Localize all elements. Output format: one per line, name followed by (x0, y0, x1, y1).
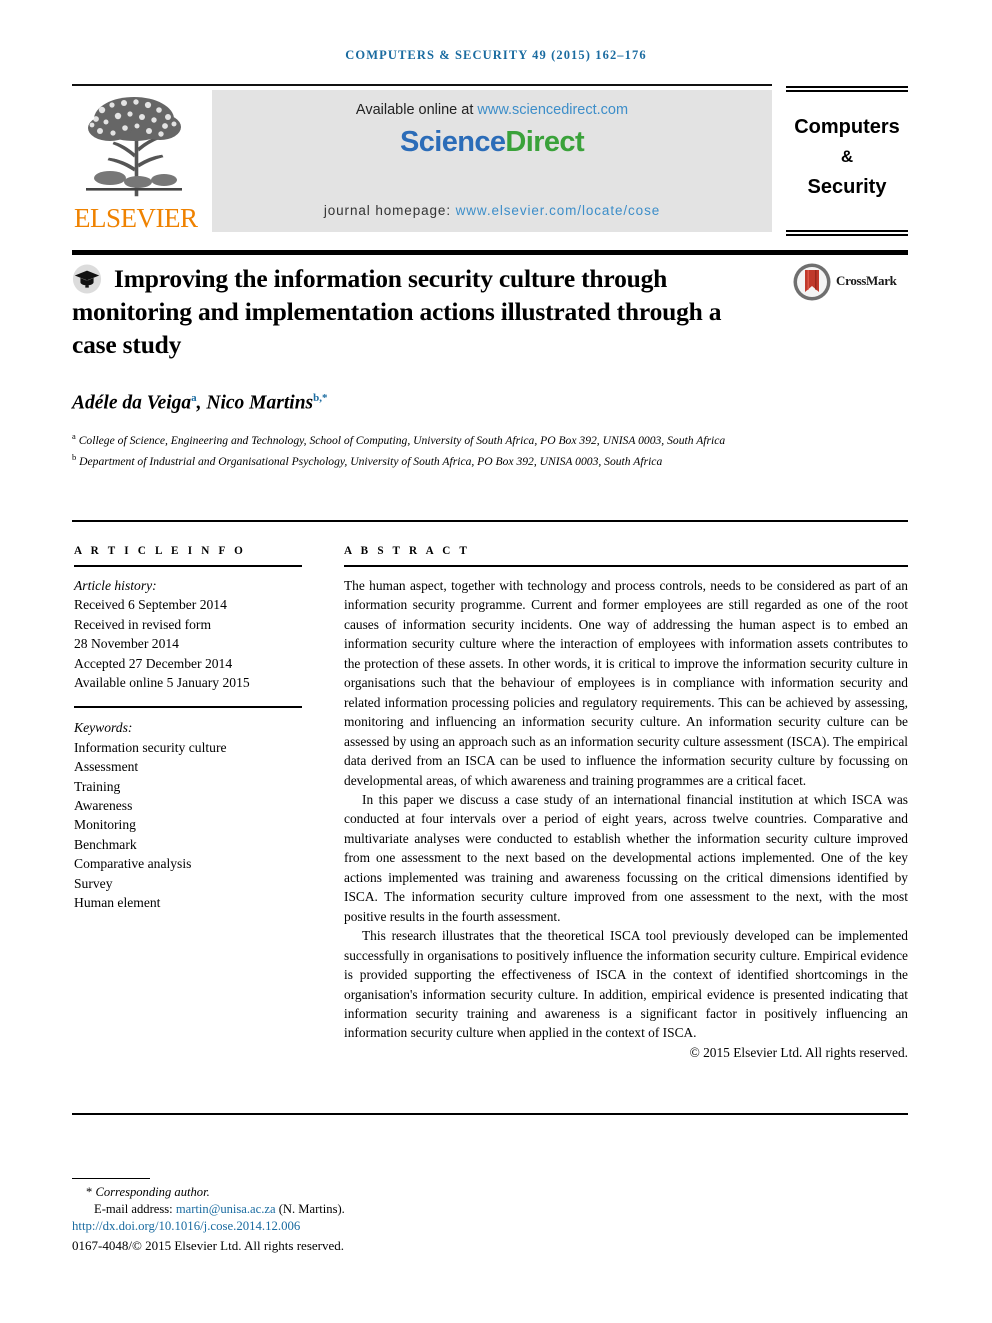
email-note: E-mail address: martin@unisa.ac.za (N. M… (72, 1201, 632, 1218)
sciencedirect-logo-science: Science (399, 126, 506, 158)
article-info-heading: A R T I C L E I N F O (74, 545, 247, 557)
affiliation-text-2: Department of Industrial and Organisatio… (79, 455, 663, 469)
available-online-line: Available online at www.sciencedirect.co… (212, 102, 772, 118)
keyword-item: Awareness (74, 798, 133, 814)
journal-title-line-2: & (840, 147, 854, 166)
sciencedirect-logo-direct: Direct (505, 126, 585, 158)
keyword-item: Benchmark (74, 836, 137, 852)
keyword-item: Training (74, 778, 121, 794)
abstract-paragraph: This research illustrates that the theor… (344, 928, 908, 1041)
abstract-paragraph: In this paper we discuss a case study of… (344, 791, 908, 924)
journal-box-bottom-rule (786, 230, 908, 236)
affiliation-list: a College of Science, Engineering and Te… (72, 428, 872, 471)
info-section-top-rule (72, 520, 908, 522)
footer-notes: * Corresponding author. E-mail address: … (72, 1178, 632, 1255)
abstract-heading: A B S T R A C T (344, 545, 471, 557)
issn-copyright-line: 0167-4048/© 2015 Elsevier Ltd. All right… (72, 1238, 344, 1253)
journal-homepage-line: journal homepage: www.elsevier.com/locat… (212, 203, 772, 218)
abstract-column: A B S T R A C T The human aspect, togeth… (344, 545, 908, 1061)
sciencedirect-banner: Available online at www.sciencedirect.co… (212, 90, 772, 232)
journal-title-line-3: Security (807, 176, 887, 198)
journal-title-box: Computers & Security (786, 86, 908, 236)
elsevier-logo: ELSEVIER (72, 88, 198, 236)
abstract-heading-rule (344, 565, 908, 567)
article-history-item: 28 November 2014 (74, 636, 179, 652)
running-head: COMPUTERS & SECURITY 49 (2015) 162–176 (345, 48, 647, 62)
crossmark-icon (793, 263, 831, 301)
journal-title-line-1: Computers (794, 116, 900, 138)
keyword-item: Assessment (74, 759, 139, 775)
keyword-item: Comparative analysis (74, 856, 192, 872)
title-block: Improving the information security cultu… (72, 262, 772, 361)
affiliation-text-1: College of Science, Engineering and Tech… (78, 433, 726, 447)
graduation-cap-icon (72, 264, 102, 294)
keyword-item: Survey (74, 875, 113, 891)
keywords-block: Keywords: Information security culture A… (74, 718, 304, 912)
available-online-prefix: Available online at (355, 102, 478, 118)
article-history-label: Article history: (74, 578, 157, 593)
page-title: Improving the information security cultu… (72, 264, 722, 359)
author-list: Adéle da Veigaa, Nico Martinsb,* (72, 392, 328, 414)
abstract-paragraph: The human aspect, together with technolo… (344, 578, 908, 788)
elsevier-tree-icon (86, 97, 182, 197)
article-history-item: Accepted 27 December 2014 (74, 655, 233, 671)
email-suffix: (N. Martins). (275, 1202, 345, 1217)
author-name-1: Adéle da Veiga (72, 392, 192, 414)
masthead: ELSEVIER Available online at www.science… (72, 88, 772, 236)
crossmark-badge[interactable]: CrossMark (792, 262, 912, 302)
author-affil-mark-1: a (191, 392, 197, 404)
doi-link[interactable]: http://dx.doi.org/10.1016/j.cose.2014.12… (72, 1218, 632, 1236)
keyword-item: Human element (74, 895, 161, 911)
footnote-divider (72, 1178, 150, 1179)
keyword-item: Monitoring (74, 817, 136, 833)
journal-title-text: Computers & Security (786, 112, 908, 202)
affiliation-item-2: b Department of Industrial and Organisat… (72, 449, 872, 470)
sciencedirect-link[interactable]: www.sciencedirect.com (477, 102, 628, 118)
abstract-copyright: © 2015 Elsevier Ltd. All rights reserved… (689, 1044, 908, 1060)
elsevier-wordmark: ELSEVIER (74, 203, 198, 233)
keywords-top-rule (74, 706, 302, 709)
masthead-top-rule (72, 84, 772, 86)
author-name-2: Nico Martins (206, 392, 314, 414)
affiliation-mark-1: a (72, 431, 76, 441)
keywords-label: Keywords: (74, 720, 133, 736)
article-history-item: Received in revised form (74, 616, 212, 632)
email-link[interactable]: martin@unisa.ac.za (176, 1202, 276, 1216)
article-history-item: Available online 5 January 2015 (74, 675, 250, 691)
article-history-item: Received 6 September 2014 (74, 597, 227, 613)
journal-homepage-link[interactable]: www.elsevier.com/locate/cose (456, 203, 661, 218)
affiliation-mark-2: b (72, 452, 77, 463)
author-affil-mark-2: b,* (313, 392, 328, 404)
sciencedirect-logo: ScienceDirect (212, 126, 772, 159)
header-heavy-rule (72, 250, 908, 255)
crossmark-label: CrossMark (836, 273, 897, 288)
corresponding-author-text: Corresponding author. (92, 1185, 210, 1199)
article-info-column: A R T I C L E I N F O Article history: R… (74, 545, 304, 913)
corresponding-author-note: * Corresponding author. (72, 1184, 632, 1201)
email-label: E-mail address: (94, 1202, 176, 1217)
abstract-bottom-rule (72, 1113, 908, 1115)
article-history: Article history: Received 6 September 20… (74, 576, 304, 692)
journal-box-top-rule (786, 86, 908, 92)
affiliation-item-1: a College of Science, Engineering and Te… (72, 428, 872, 449)
paper-page: COMPUTERS & SECURITY 49 (2015) 162–176 E… (0, 0, 992, 1323)
keyword-item: Information security culture (74, 739, 227, 755)
journal-homepage-prefix: journal homepage: (323, 203, 456, 218)
article-info-heading-rule (74, 565, 302, 567)
